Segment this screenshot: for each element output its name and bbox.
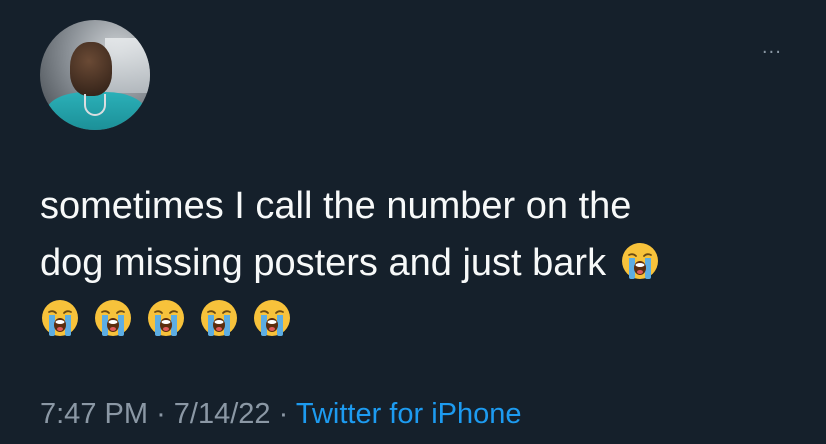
- tweet-metadata: 7:47 PM · 7/14/22 · Twitter for iPhone: [40, 398, 522, 431]
- tweet-card: ··· sometimes I call the number on the d…: [0, 0, 826, 444]
- meta-separator: ·: [278, 398, 289, 430]
- loudly-crying-face-icon: [40, 298, 80, 338]
- avatar-chain: [84, 94, 106, 116]
- emoji-row: [40, 292, 800, 349]
- avatar[interactable]: [40, 20, 150, 130]
- tweet-text: sometimes I call the number on the dog m…: [40, 178, 800, 349]
- loudly-crying-face-icon: [620, 241, 660, 281]
- avatar-face: [70, 42, 112, 96]
- tweet-text-line-2: dog missing posters and just bark: [40, 242, 607, 284]
- loudly-crying-face-icon: [199, 298, 239, 338]
- tweet-source-link[interactable]: Twitter for iPhone: [296, 398, 522, 430]
- more-options-icon[interactable]: ···: [762, 44, 782, 62]
- loudly-crying-face-icon: [146, 298, 186, 338]
- tweet-date[interactable]: 7/14/22: [174, 398, 271, 430]
- tweet-text-line-1: sometimes I call the number on the: [40, 185, 632, 227]
- loudly-crying-face-icon: [252, 298, 292, 338]
- loudly-crying-face-icon: [93, 298, 133, 338]
- meta-separator: ·: [156, 398, 166, 430]
- tweet-time[interactable]: 7:47 PM: [40, 398, 148, 430]
